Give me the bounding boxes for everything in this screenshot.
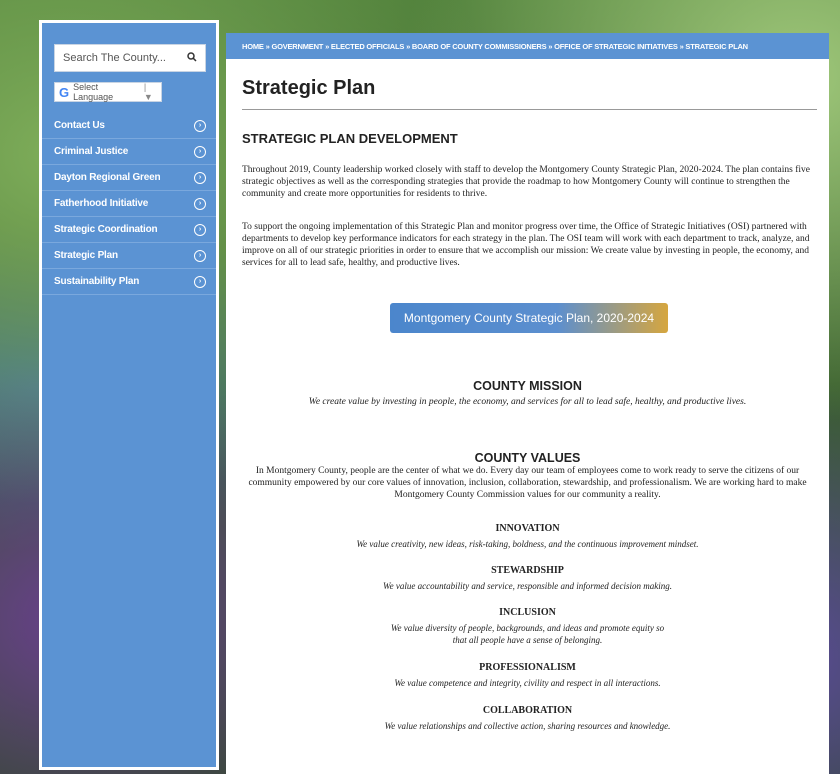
search-placeholder: Search The County... (63, 52, 166, 64)
value-title: STEWARDSHIP (491, 565, 564, 576)
circle-arrow-right-icon: › (194, 249, 206, 262)
value-description: We value accountability and service, res… (382, 581, 673, 591)
value-title: COLLABORATION (482, 705, 573, 716)
sidebar-item-label: Strategic Plan (54, 250, 118, 261)
value-description: We value creativity, new ideas, risk-tak… (356, 539, 699, 549)
sidebar-item-label: Dayton Regional Green (54, 172, 161, 183)
value-title: INNOVATION (495, 523, 560, 534)
sidebar-item-dayton-regional-green[interactable]: Dayton Regional Green › (42, 165, 216, 191)
chevron-down-icon: | ▼ (143, 82, 153, 102)
value-description: We value relationships and collective ac… (384, 721, 671, 731)
google-icon: G (59, 84, 70, 100)
circle-arrow-right-icon: › (194, 275, 206, 288)
sidebar-item-label: Contact Us (54, 120, 105, 131)
sidebar-nav: Contact Us › Criminal Justice › Dayton Reg… (42, 113, 216, 295)
value-description: We value competence and integrity, civil… (394, 678, 661, 688)
sidebar-item-label: Sustainability Plan (54, 276, 140, 287)
mission-text: We create value by investing in people, … (308, 397, 747, 407)
values-title: COUNTY VALUES (474, 451, 581, 465)
value-title: INCLUSION (499, 607, 556, 618)
circle-arrow-right-icon: › (194, 145, 206, 158)
values-text: In Montgomery County, people are the cen… (248, 466, 807, 500)
sidebar-item-criminal-justice[interactable]: Criminal Justice › (42, 139, 216, 165)
search-icon[interactable] (187, 51, 197, 65)
page-title: Strategic Plan (242, 77, 376, 99)
title-divider (242, 109, 817, 110)
language-select[interactable]: G Select Language | ▼ (54, 82, 162, 102)
section-heading: STRATEGIC PLAN DEVELOPMENT (242, 131, 458, 146)
search-input[interactable]: Search The County... (54, 44, 206, 72)
sidebar-item-label: Strategic Coordination (54, 224, 158, 235)
circle-arrow-right-icon: › (194, 171, 206, 184)
intro-paragraph: Throughout 2019, County leadership worke… (242, 165, 810, 199)
circle-arrow-right-icon: › (194, 197, 206, 210)
breadcrumb[interactable]: HOME » GOVERNMENT » ELECTED OFFICIALS » … (226, 33, 829, 59)
circle-arrow-right-icon: › (194, 223, 206, 236)
strategic-plan-button[interactable]: Montgomery County Strategic Plan, 2020-2… (390, 303, 668, 333)
sidebar-item-label: Fatherhood Initiative (54, 198, 149, 209)
sidebar-item-label: Criminal Justice (54, 146, 129, 157)
main-content: HOME » GOVERNMENT » ELECTED OFFICIALS » … (226, 33, 829, 774)
value-title: PROFESSIONALISM (479, 662, 576, 673)
mission-title: COUNTY MISSION (473, 379, 582, 393)
language-label: Select Language (73, 82, 114, 102)
value-description: We value diversity of people, background… (390, 623, 665, 645)
sidebar-item-fatherhood-initiative[interactable]: Fatherhood Initiative › (42, 191, 216, 217)
sidebar-item-strategic-coordination[interactable]: Strategic Coordination › (42, 217, 216, 243)
osi-paragraph: To support the ongoing implementation of… (242, 222, 810, 268)
sidebar-item-sustainability-plan[interactable]: Sustainability Plan › (42, 269, 216, 295)
sidebar-item-contact-us[interactable]: Contact Us › (42, 113, 216, 139)
circle-arrow-right-icon: › (194, 119, 206, 132)
sidebar-item-strategic-plan[interactable]: Strategic Plan › (42, 243, 216, 269)
sidebar: Search The County... G Select Language |… (39, 20, 219, 770)
